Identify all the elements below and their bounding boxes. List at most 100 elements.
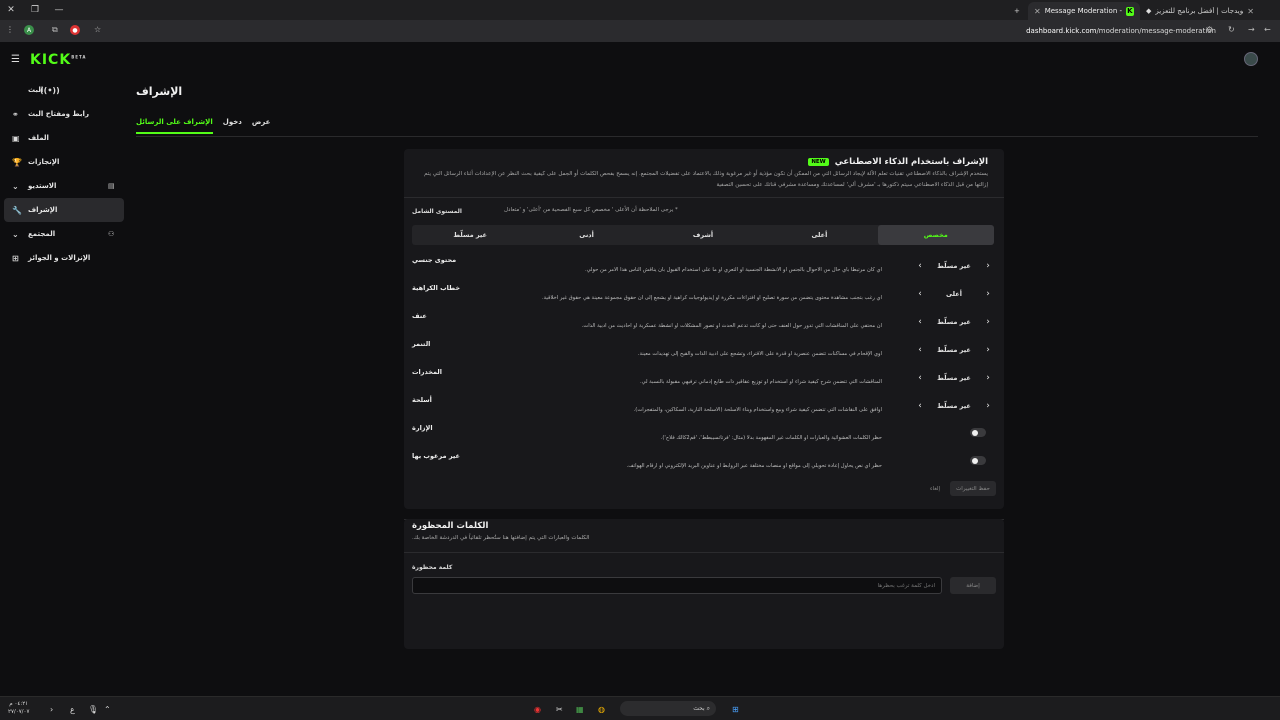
sidebar-item-label: رابط ومفتاح البث (28, 110, 89, 118)
chevron-left-icon[interactable]: ‹ (914, 345, 926, 355)
add-banned-word-button[interactable]: إضافة (950, 577, 996, 594)
studio-icon: ▤ (108, 182, 115, 190)
hamburger-menu-icon[interactable]: ☰ (11, 54, 20, 65)
sidebar-item-community[interactable]: ⌄ المجتمع ⚇ (4, 222, 124, 246)
microphone-icon[interactable]: 🎙 (88, 701, 98, 717)
tab-close-icon[interactable]: ✕ (1247, 7, 1254, 16)
taskbar-search[interactable]: بحث ⌕ (620, 701, 716, 716)
forward-icon[interactable]: → (1248, 25, 1255, 34)
chevron-right-icon[interactable]: › (982, 261, 994, 271)
sidebar-item-drops[interactable]: ⊞ الإنزالات و الجوائز (4, 246, 124, 270)
banned-word-input[interactable] (419, 582, 935, 589)
category-level-value: غير مسلّط (937, 402, 971, 410)
chevron-left-icon[interactable]: ‹ (914, 289, 926, 299)
header-divider (136, 136, 1258, 137)
tab-message-moderation[interactable]: الإشراف على الرسائل (136, 118, 213, 134)
tab-close-icon[interactable]: ✕ (1034, 7, 1041, 16)
chevron-right-icon[interactable]: › (982, 289, 994, 299)
tab-title: الويدجات | أفضل برنامج للتعزيز ... (1155, 7, 1244, 15)
category-description: أوافق على النقاشات التي تتضمن كيفية شراء… (633, 407, 882, 413)
start-menu-icon[interactable]: ⊞ (732, 701, 739, 717)
store-app-icon[interactable]: ▦ (576, 701, 584, 717)
url-path: /moderation/message-moderation (1096, 27, 1216, 35)
tab-title: Message Moderation - Kick Da... (1044, 7, 1122, 15)
menu-dots-icon[interactable]: ⋮ (6, 25, 14, 34)
sidebar-item-studio[interactable]: ⌄ الاستديو ▤ (4, 174, 124, 198)
category-level-stepper: ‹ غير مسلّط › (914, 371, 994, 385)
category-row-drugs: المخدرات المناقشات التي تتضمن شرح كيفية … (412, 367, 994, 393)
close-window-icon[interactable]: ✕ (4, 0, 18, 20)
url-host: dashboard.kick.com (1026, 27, 1097, 35)
bookmark-star-icon[interactable]: ☆ (94, 25, 101, 34)
site-settings-icon[interactable]: ⚙ (1206, 25, 1213, 34)
sidebar-item-moderation[interactable]: 🔧 الإشراف (4, 198, 124, 222)
sidebar-item-label: الإنجازات (28, 158, 60, 166)
back-icon[interactable]: ← (1264, 25, 1271, 34)
overall-level-selector: مخصص أعلى أشرف أدنى غير مسلّط (412, 225, 994, 245)
minimize-window-icon[interactable]: — (52, 0, 66, 20)
level-option-supervisor[interactable]: أشرف (645, 225, 761, 245)
spam-toggle[interactable] (970, 456, 986, 465)
url-field[interactable]: dashboard.kick.com/moderation/message-mo… (1026, 27, 1216, 35)
level-option-custom[interactable]: مخصص (877, 225, 994, 245)
notification-chevron-icon[interactable]: › (50, 701, 53, 717)
browser-tab-widgets[interactable]: ◆ الويدجات | أفضل برنامج للتعزيز ... ✕ (1140, 2, 1260, 20)
category-row-violence: عنف أن محتفي على المناقشات التي تدور حول… (412, 311, 994, 337)
chrome-app-icon[interactable]: ◍ (598, 701, 605, 717)
kick-logo[interactable]: KICKBETA (30, 52, 86, 68)
level-option-lowest[interactable]: أدنى (528, 225, 644, 245)
divider (404, 552, 1004, 553)
capcut-app-icon[interactable]: ✂ (556, 701, 563, 717)
category-name: المخدرات (412, 368, 442, 376)
sidebar-item-label: المجتمع (28, 230, 56, 238)
new-tab-button[interactable]: + (1008, 2, 1026, 20)
gibberish-toggle[interactable] (970, 428, 986, 437)
ai-moderation-card: الإشراف باستخدام الذكاء الاصطناعي NEW يس… (404, 149, 1004, 520)
shield-icon: 🔧 (12, 205, 22, 215)
language-indicator[interactable]: ع (70, 701, 75, 717)
record-extension-icon[interactable]: ● (70, 25, 80, 35)
clock-date: ٢٧/٠٧/٠٧ (8, 709, 30, 715)
profile-extension-icon[interactable]: A (24, 25, 34, 35)
moderation-subtabs: الإشراف على الرسائل دخول عرض (136, 118, 270, 134)
chevron-right-icon[interactable]: › (982, 373, 994, 383)
toggle-description: حظر أي نص يحاول إعادة تحويلي إلى مواقع أ… (626, 463, 882, 469)
user-avatar[interactable] (1244, 52, 1258, 66)
chevron-right-icon[interactable]: › (982, 317, 994, 327)
chevron-left-icon[interactable]: ‹ (914, 373, 926, 383)
sidebar-item-stream-key[interactable]: ⚭ رابط ومفتاح البث (4, 102, 124, 126)
recording-app-icon[interactable]: ◉ (534, 701, 541, 717)
sidebar-item-label: الاستديو (28, 182, 57, 190)
tab-view[interactable]: عرض (252, 118, 271, 134)
chevron-left-icon[interactable]: ‹ (914, 261, 926, 271)
sidebar-item-achievements[interactable]: 🏆 الإنجازات (4, 150, 124, 174)
category-level-value: غير مسلّط (937, 318, 971, 326)
tab-entry[interactable]: دخول (223, 118, 242, 134)
category-row-weapons: أسلحة أوافق على النقاشات التي تتضمن كيفي… (412, 395, 994, 421)
extensions-icon[interactable]: ⧉ (52, 25, 58, 35)
chevron-left-icon[interactable]: ‹ (914, 401, 926, 411)
category-level-stepper: ‹ غير مسلّط › (914, 259, 994, 273)
show-hidden-icons-icon[interactable]: ⌃ (104, 701, 111, 717)
level-option-highest[interactable]: أعلى (761, 225, 877, 245)
page-title: الإشراف (136, 85, 183, 98)
banned-word-field[interactable] (412, 577, 942, 594)
chevron-left-icon[interactable]: ‹ (914, 317, 926, 327)
live-icon: ((•)) (40, 85, 60, 95)
category-level-value: غير مسلّط (937, 346, 971, 354)
category-row-sexual: محتوى جنسي أي كان مرتبطاً بأي حال من الأ… (412, 255, 994, 281)
chevron-right-icon[interactable]: › (982, 401, 994, 411)
taskbar-clock[interactable]: ٠٤:٢١ م ٢٧/٠٧/٠٧ (8, 700, 29, 716)
sidebar-item-stream[interactable]: البث ((•)) (4, 78, 124, 102)
chevron-down-icon: ⌄ (12, 229, 19, 239)
overall-level-note: * يرجى الملاحظة أن الأعلى ' مخصص كل سبع … (504, 207, 678, 213)
chevron-right-icon[interactable]: › (982, 345, 994, 355)
reload-icon[interactable]: ↻ (1228, 25, 1235, 34)
restore-window-icon[interactable]: ❐ (28, 0, 42, 20)
category-description: المناقشات التي تتضمن شرح كيفية شراء أو ا… (639, 379, 882, 385)
browser-tab-message-moderation[interactable]: ✕ Message Moderation - Kick Da... K (1028, 2, 1140, 20)
sidebar-item-profile[interactable]: ▣ الملف (4, 126, 124, 150)
category-row-hate-speech: خطاب الكراهية أي رغب بتجنب مشاهدة محتوى … (412, 283, 994, 309)
level-option-off[interactable]: غير مسلّط (412, 225, 528, 245)
category-description: أن محتفي على المناقشات التي تدور حول الع… (581, 323, 882, 329)
